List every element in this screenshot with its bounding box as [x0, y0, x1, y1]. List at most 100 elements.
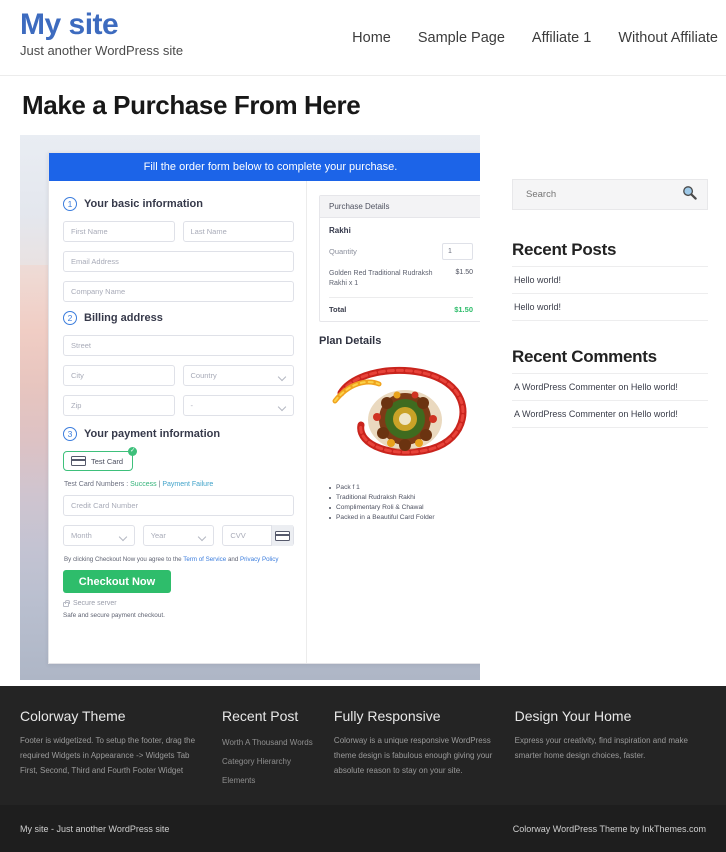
step-label-2: Billing address [84, 312, 163, 324]
credit-card-icon [71, 456, 86, 466]
credit-card-number-input[interactable]: Credit Card Number [63, 495, 294, 516]
line-item-price: $1.50 [455, 269, 473, 276]
expiry-month-select[interactable]: Month [63, 525, 135, 546]
test-card-label: Test Card [91, 456, 124, 466]
site-tagline: Just another WordPress site [20, 43, 184, 58]
cvv-input[interactable]: CVV [222, 525, 295, 546]
nav-item-home[interactable]: Home [352, 30, 391, 46]
list-item[interactable]: Worth A Thousand Words [222, 733, 320, 752]
search-input[interactable] [524, 188, 654, 201]
step-label-3: Your payment information [84, 428, 221, 440]
quantity-label: Quantity [329, 247, 357, 256]
zip-input[interactable]: Zip [63, 395, 175, 416]
footer-widget-4: Design Your Home Express your creativity… [515, 708, 706, 805]
country-select[interactable]: Country [182, 365, 294, 386]
privacy-policy-link[interactable]: Privacy Policy [240, 556, 279, 563]
step-basic-information: 1 Your basic information [63, 197, 294, 211]
footer-widget-3: Fully Responsive Colorway is a unique re… [334, 708, 515, 805]
check-icon: ✓ [128, 447, 138, 456]
order-form-card: Fill the order form below to complete yo… [48, 152, 480, 664]
footer-widget-title: Design Your Home [514, 708, 632, 724]
street-input[interactable]: Street [63, 335, 294, 356]
total-label: Total [329, 305, 347, 314]
terms-mid: and [226, 556, 240, 563]
footer-widget-title: Recent Post [222, 708, 299, 724]
list-item[interactable]: Category Hierarchy [222, 752, 320, 771]
secure-server-label: Secure server [73, 600, 117, 607]
footer-widget-2: Recent Post Worth A Thousand Words Categ… [222, 708, 334, 805]
copyright-bar: My site - Just another WordPress site Co… [0, 805, 726, 852]
order-summary: Purchase Details Rakhi Quantity 1 Golden… [307, 181, 480, 663]
checkout-now-button[interactable]: Checkout Now [63, 570, 171, 593]
terms-prefix: By clicking Checkout Now you agree to th… [64, 556, 184, 563]
list-item: Traditional Rudraksh Rakhi [329, 493, 480, 503]
nav-item-affiliate-1[interactable]: Affiliate 1 [532, 30, 591, 46]
safe-checkout-note: Safe and secure payment checkout. [63, 612, 165, 619]
test-success-link[interactable]: Success [130, 481, 156, 488]
order-form-fields: 1 Your basic information First Name Last… [49, 181, 307, 663]
step-number-1: 1 [63, 197, 77, 211]
page-title: Make a Purchase From Here [22, 90, 361, 120]
last-name-input[interactable]: Last Name [182, 221, 294, 242]
widget-title: Recent Posts [512, 240, 617, 259]
copyright-left: My site - Just another WordPress site [20, 823, 170, 834]
purchase-details-heading: Purchase Details [320, 196, 480, 218]
product-name: Rakhi [329, 226, 351, 235]
list-item[interactable]: A WordPress Commenter on Hello world! [512, 373, 708, 400]
site-title[interactable]: My site [20, 8, 183, 42]
list-item[interactable]: Elements [222, 771, 320, 790]
quantity-input[interactable]: 1 [442, 243, 473, 260]
secure-server-note: Secure server [63, 600, 294, 607]
site-footer: Colorway Theme Footer is widgetized. To … [0, 686, 726, 805]
primary-navigation: Home Sample Page Affiliate 1 Without Aff… [352, 30, 718, 46]
rakhi-product-image [327, 357, 480, 475]
step-number-3: 3 [63, 427, 77, 441]
sidebar: Recent Posts Hello world! Hello world! R… [512, 179, 708, 454]
plan-details-title: Plan Details [319, 335, 382, 347]
total-value: $1.50 [454, 305, 473, 314]
city-input[interactable]: City [63, 365, 175, 386]
first-name-input[interactable]: First Name [63, 221, 175, 242]
plan-bullet-list: Pack f 1 Traditional Rudraksh Rakhi Comp… [319, 483, 480, 523]
search-icon[interactable] [682, 185, 697, 205]
email-input[interactable]: Email Address [63, 251, 294, 272]
page-body: Make a Purchase From Here Fill the order… [0, 76, 726, 681]
step-number-2: 2 [63, 311, 77, 325]
site-branding[interactable]: My site Just another WordPress site [20, 8, 183, 59]
list-item[interactable]: Hello world! [512, 266, 708, 293]
footer-widget-text: Colorway is a unique responsive WordPres… [333, 736, 493, 775]
search-widget[interactable] [512, 179, 708, 210]
terms-notice: By clicking Checkout Now you agree to th… [64, 556, 294, 563]
test-failure-link[interactable]: Payment Failure [162, 481, 213, 488]
company-name-input[interactable]: Company Name [63, 281, 294, 302]
nav-item-without-affiliate[interactable]: Without Affiliate [618, 30, 718, 46]
widget-recent-comments: Recent Comments A WordPress Commenter on… [512, 347, 708, 428]
main-content: Make a Purchase From Here Fill the order… [20, 90, 480, 680]
list-item[interactable]: A WordPress Commenter on Hello world! [512, 400, 708, 428]
cvv-card-icon [271, 525, 294, 546]
widget-recent-posts: Recent Posts Hello world! Hello world! [512, 240, 708, 321]
total-row: Total $1.50 [329, 305, 473, 314]
order-form-screenshot: Fill the order form below to complete yo… [20, 135, 480, 680]
nav-item-sample-page[interactable]: Sample Page [418, 30, 505, 46]
divider [329, 297, 473, 298]
footer-widget-text: Footer is widgetized. To setup the foote… [20, 736, 196, 775]
expiry-year-select[interactable]: Year [142, 525, 215, 546]
list-item[interactable]: Hello world! [512, 293, 708, 321]
terms-of-service-link[interactable]: Term of Service [183, 556, 226, 563]
footer-widget-1: Colorway Theme Footer is widgetized. To … [20, 708, 222, 805]
state-select[interactable]: - [182, 395, 294, 416]
test-card-option[interactable]: ✓ Test Card [63, 447, 138, 471]
test-card-numbers: Test Card Numbers : Success | Payment Fa… [64, 481, 294, 488]
cvv-placeholder: CVV [230, 531, 246, 540]
step-payment-information: 3 Your payment information [63, 427, 294, 441]
test-card-numbers-label: Test Card Numbers : [64, 481, 131, 488]
copyright-right[interactable]: Colorway WordPress Theme by InkThemes.co… [513, 824, 706, 834]
list-item: Complimentary Roli & Chawal [329, 503, 480, 513]
quantity-row: Quantity 1 [329, 243, 473, 260]
list-item: Pack f 1 [329, 483, 480, 493]
list-item: Packed in a Beautiful Card Folder [329, 513, 480, 523]
line-item-name: Golden Red Traditional Rudraksh Rakhi x … [329, 270, 433, 287]
rakhi-illustration [332, 366, 467, 456]
site-header: My site Just another WordPress site Home… [0, 0, 726, 76]
